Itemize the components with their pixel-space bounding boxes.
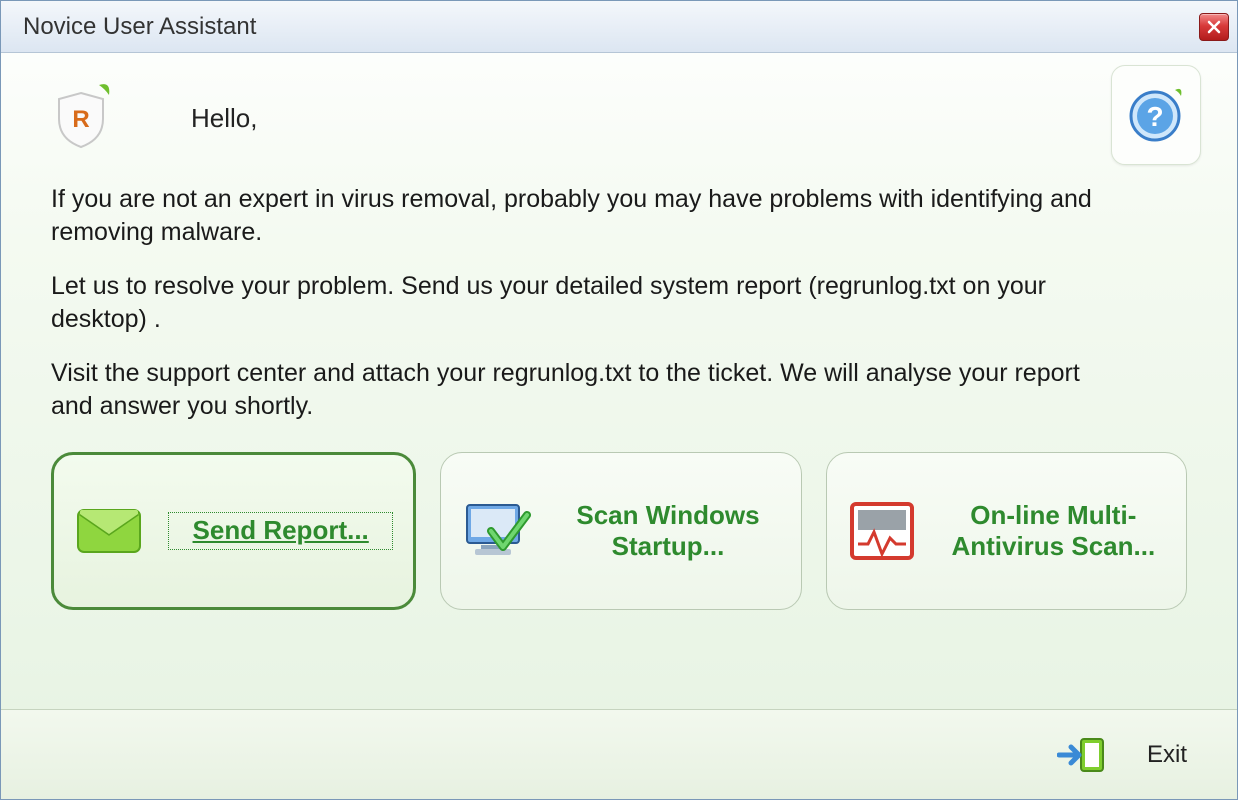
intro-paragraph-3: Visit the support center and attach your… <box>51 357 1101 422</box>
envelope-icon <box>74 501 144 561</box>
help-icon: ? <box>1125 82 1187 149</box>
send-report-label: Send Report... <box>168 512 393 549</box>
greeting-text: Hello, <box>191 103 257 134</box>
intro-paragraph-2: Let us to resolve your problem. Send us … <box>51 270 1101 335</box>
heartbeat-monitor-icon <box>847 501 917 561</box>
intro-paragraph-1: If you are not an expert in virus remova… <box>51 183 1101 248</box>
exit-door-icon <box>1057 735 1107 775</box>
greeting-row: R Hello, <box>51 83 1187 153</box>
send-report-button[interactable]: Send Report... <box>51 452 416 610</box>
titlebar: Novice User Assistant <box>1 1 1237 53</box>
help-button[interactable]: ? <box>1111 65 1201 165</box>
multi-antivirus-label: On-line Multi-Antivirus Scan... <box>941 500 1166 562</box>
monitor-check-icon <box>461 501 531 561</box>
action-row: Send Report... Scan Windows Startup... <box>51 452 1187 610</box>
svg-text:R: R <box>72 106 89 133</box>
close-button[interactable] <box>1199 13 1229 41</box>
window: Novice User Assistant ? <box>0 0 1238 800</box>
exit-button[interactable]: Exit <box>1147 741 1187 769</box>
window-title: Novice User Assistant <box>23 13 256 41</box>
svg-text:?: ? <box>1146 101 1163 132</box>
scan-startup-label: Scan Windows Startup... <box>555 500 780 562</box>
content-area: ? R Hello, If you are not an expert in v… <box>1 53 1237 610</box>
multi-antivirus-button[interactable]: On-line Multi-Antivirus Scan... <box>826 452 1187 610</box>
close-icon <box>1207 20 1221 34</box>
footer: Exit <box>1 709 1237 799</box>
app-shield-icon: R <box>51 83 121 153</box>
scan-startup-button[interactable]: Scan Windows Startup... <box>440 452 801 610</box>
